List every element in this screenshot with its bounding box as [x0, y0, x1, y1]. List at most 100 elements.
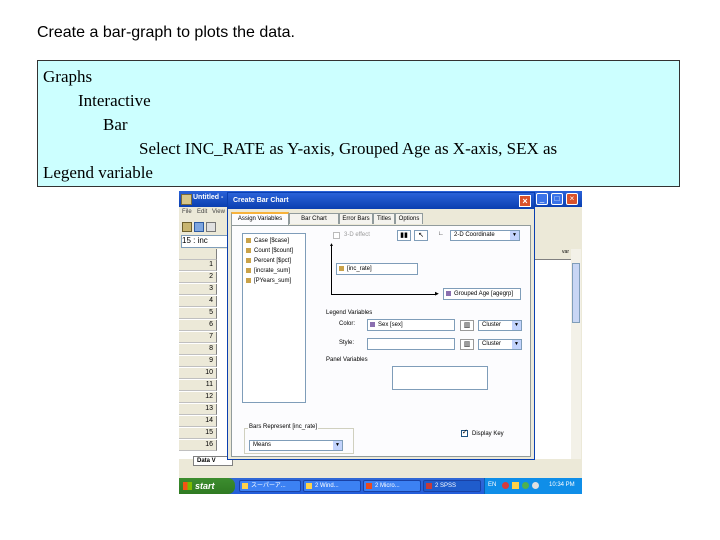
x-axis-field[interactable]: Grouped Age [agegrp] — [443, 288, 521, 300]
language-indicator[interactable]: EN — [488, 482, 496, 488]
row-number: 12 — [179, 392, 217, 403]
tray-icon[interactable] — [522, 482, 529, 489]
dialog-tabs: Assign Variables Bar Chart Options Error… — [231, 212, 531, 232]
checkmark-icon: ✓ — [462, 429, 468, 436]
cell-reference: 15 : inc — [181, 235, 228, 248]
menu-view[interactable]: View — [212, 209, 225, 215]
close-icon[interactable]: × — [566, 193, 578, 205]
row-number: 11 — [179, 380, 217, 391]
x-axis-value: Grouped Age [agegrp] — [454, 291, 514, 297]
save-icon[interactable] — [194, 222, 204, 232]
row-number: 4 — [179, 296, 217, 307]
list-item[interactable]: Case [$case] — [246, 237, 289, 246]
print-icon[interactable] — [206, 222, 216, 232]
row-number: 15 — [179, 428, 217, 439]
maximize-icon[interactable]: □ — [551, 193, 563, 205]
ruler-icon — [246, 277, 251, 283]
panel-variables-field[interactable] — [392, 366, 488, 390]
corner-cell — [179, 249, 217, 260]
tray-icon[interactable] — [532, 482, 539, 489]
row-number: 13 — [179, 404, 217, 415]
x-axis-arrow-icon: ▶ — [435, 291, 439, 297]
ruler-icon — [246, 257, 251, 263]
y-axis-line — [331, 246, 332, 294]
style-field[interactable] — [367, 338, 455, 350]
style-mode-value: Cluster — [482, 341, 502, 347]
chevron-down-icon: ▼ — [510, 231, 519, 240]
vertical-scrollbar[interactable] — [571, 249, 581, 459]
minimize-icon[interactable]: _ — [536, 193, 548, 205]
row-number: 1 — [179, 260, 217, 271]
chevron-down-icon: ▼ — [333, 441, 342, 450]
system-tray: EN 10:34 PM — [484, 478, 582, 494]
axis-corner-icon: ∟ — [438, 231, 444, 237]
menu-edit[interactable]: Edit — [197, 209, 207, 215]
taskbar-item-label: 2 SPSS — [435, 483, 457, 489]
spss-app-icon — [181, 194, 192, 205]
bar-chart-icon[interactable]: ▮▮ — [397, 230, 411, 241]
taskbar-item-label: 2 Micro... — [375, 483, 400, 489]
taskbar-item[interactable]: 2 Wind... — [303, 480, 361, 492]
start-button[interactable]: start — [179, 478, 235, 494]
row-number: 2 — [179, 272, 217, 283]
three-d-checkbox[interactable] — [333, 232, 340, 239]
variable-name: Case [$case] — [254, 238, 290, 244]
list-item[interactable]: [incrate_sum] — [246, 267, 290, 276]
scroll-thumb[interactable] — [572, 263, 580, 323]
variable-name: [PYears_sum] — [254, 278, 292, 284]
tab-assign-variables[interactable]: Assign Variables — [231, 212, 289, 225]
legend-variables-header: Legend Variables — [326, 310, 373, 316]
bars-represent-select[interactable]: Means ▼ — [249, 440, 343, 451]
list-item[interactable]: Count [$count] — [246, 247, 293, 256]
taskbar-item[interactable]: スーパーア... — [239, 480, 301, 492]
three-d-label: 3-D effect — [344, 232, 370, 238]
row-header-grid: 1 2 3 4 5 6 7 8 9 10 11 12 13 14 15 16 — [179, 249, 231, 459]
dialog-titlebar: Create Bar Chart × — [228, 193, 534, 209]
nominal-icon — [446, 290, 451, 296]
style-mode-select[interactable]: Cluster ▼ — [478, 339, 522, 350]
bar-style-icon[interactable]: ▥ — [460, 339, 474, 350]
tab-error-bars[interactable]: Error Bars — [339, 213, 373, 224]
list-item[interactable]: [PYears_sum] — [246, 277, 291, 286]
spss-icon — [426, 483, 432, 489]
taskbar-item[interactable]: 2 SPSS — [423, 480, 481, 492]
tray-icon[interactable] — [502, 482, 509, 489]
open-folder-icon[interactable] — [182, 222, 192, 232]
bars-represent-label: Bars Represent [inc_rate] — [248, 424, 319, 430]
clock[interactable]: 10:34 PM — [549, 482, 575, 488]
bar-palette-icon[interactable]: ▥ — [460, 320, 474, 331]
taskbar-item[interactable]: 2 Micro... — [363, 480, 421, 492]
chevron-down-icon: ▼ — [512, 321, 521, 330]
dialog-close-icon[interactable]: × — [519, 195, 531, 207]
y-axis-value: [inc_rate] — [347, 266, 372, 272]
tab-bar-chart-options[interactable]: Bar Chart Options — [289, 213, 339, 232]
color-mode-select[interactable]: Cluster ▼ — [478, 320, 522, 331]
panel-variables-header: Panel Variables — [326, 357, 368, 363]
color-value: Sex [sex] — [378, 322, 403, 328]
windows-flag-icon — [183, 482, 192, 490]
row-number: 7 — [179, 332, 217, 343]
windows-taskbar: start スーパーア... 2 Wind... 2 Micro... 2 SP… — [179, 478, 582, 494]
list-item[interactable]: Percent [$pct] — [246, 257, 291, 266]
tab-titles[interactable]: Titles — [373, 213, 395, 224]
tab-options[interactable]: Options — [395, 213, 423, 224]
variable-list[interactable]: Case [$case] Count [$count] Percent [$pc… — [242, 233, 306, 403]
instruction-line-legend: Legend variable — [43, 163, 153, 182]
coordinate-select[interactable]: 2-D Coordinate ▼ — [450, 230, 520, 241]
taskbar-item-label: 2 Wind... — [315, 483, 339, 489]
variable-name: [incrate_sum] — [254, 268, 291, 274]
menu-file[interactable]: File — [182, 209, 192, 215]
column-header-var[interactable]: var — [535, 249, 571, 260]
x-axis-line — [331, 294, 436, 295]
bars-represent-value: Means — [253, 442, 272, 448]
y-axis-field[interactable]: [inc_rate] — [336, 263, 418, 275]
display-key-label: Display Key — [472, 431, 504, 437]
color-field[interactable]: Sex [sex] — [367, 319, 455, 331]
tray-icon[interactable] — [512, 482, 519, 489]
pointer-icon[interactable]: ↖ — [414, 230, 428, 241]
row-number: 6 — [179, 320, 217, 331]
slide-title: Create a bar-graph to plots the data. — [37, 24, 295, 41]
instruction-line-interactive: Interactive — [78, 91, 151, 110]
instruction-line-select: Select INC_RATE as Y-axis, Grouped Age a… — [139, 139, 558, 158]
start-label: start — [195, 481, 215, 491]
